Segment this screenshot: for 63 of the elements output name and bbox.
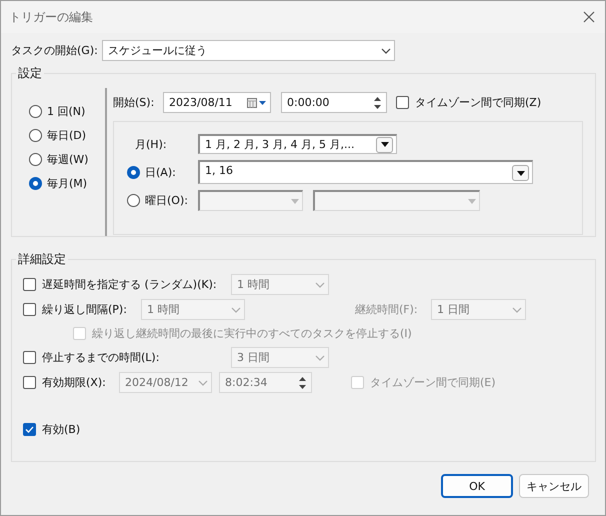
checkbox-label[interactable]: 停止するまでの時間(L): bbox=[42, 350, 160, 365]
task-start-dropdown[interactable]: スケジュールに従う bbox=[102, 40, 395, 61]
chevron-down-icon bbox=[512, 306, 522, 312]
month-label: 月(H): bbox=[134, 136, 168, 152]
checkbox[interactable] bbox=[23, 278, 36, 291]
radio-button[interactable] bbox=[127, 194, 140, 207]
chevron-down-icon bbox=[198, 380, 208, 386]
ok-button[interactable]: OK bbox=[441, 474, 513, 498]
week-dropdown[interactable] bbox=[198, 190, 303, 211]
triangle-down-icon bbox=[291, 198, 299, 204]
radio-label[interactable]: 曜日(O): bbox=[145, 193, 188, 208]
checkbox[interactable] bbox=[23, 303, 36, 316]
checkbox-label[interactable]: タイムゾーン間で同期(Z) bbox=[415, 95, 542, 110]
radio-label[interactable]: 毎週(W) bbox=[47, 152, 88, 167]
expiry-time-field[interactable]: 8:02:34 bbox=[219, 372, 312, 393]
cancel-button[interactable]: キャンセル bbox=[519, 474, 589, 498]
triangle-down-icon bbox=[468, 198, 476, 204]
chevron-down-icon bbox=[380, 48, 391, 54]
duration-label: 継続時間(F): bbox=[355, 302, 419, 317]
start-time-field[interactable]: 0:00:00 bbox=[281, 92, 387, 113]
radio-button[interactable] bbox=[29, 129, 42, 142]
day-dropdown[interactable]: 1, 16 bbox=[198, 160, 533, 184]
radio-button[interactable] bbox=[127, 166, 140, 178]
radio-button[interactable] bbox=[29, 177, 42, 190]
delay-dropdown[interactable]: 1 時間 bbox=[231, 274, 329, 295]
checkbox[interactable] bbox=[23, 423, 36, 436]
radio-button[interactable] bbox=[29, 153, 42, 166]
checkbox-label[interactable]: 有効(B) bbox=[42, 422, 80, 437]
checkbox[interactable] bbox=[396, 96, 409, 109]
dropdown-button[interactable] bbox=[512, 165, 529, 181]
chevron-down-icon bbox=[231, 306, 241, 312]
stop-after-dropdown[interactable]: 3 日間 bbox=[231, 347, 329, 368]
start-label: 開始(S): bbox=[113, 95, 156, 110]
checkbox-label[interactable]: 有効期限(X): bbox=[42, 375, 106, 390]
dropdown-button[interactable] bbox=[376, 136, 393, 152]
chevron-down-icon bbox=[315, 282, 325, 288]
radio-label[interactable]: 日(A): bbox=[145, 164, 176, 180]
group-title: 詳細設定 bbox=[17, 251, 67, 268]
group-title: 設定 bbox=[17, 65, 43, 82]
checkbox-label[interactable]: 遅延時間を指定する (ランダム)(K): bbox=[42, 277, 217, 292]
duration-dropdown[interactable]: 1 日間 bbox=[431, 299, 526, 320]
checkbox[interactable] bbox=[23, 376, 36, 389]
expiry-date-dropdown[interactable]: 2024/08/12 bbox=[119, 372, 212, 393]
start-date-field[interactable]: 2023/08/11 bbox=[163, 92, 271, 113]
checkbox[interactable] bbox=[23, 351, 36, 364]
weekday-dropdown[interactable] bbox=[313, 190, 480, 211]
radio-button[interactable] bbox=[29, 105, 42, 118]
calendar-icon bbox=[247, 98, 267, 108]
task-start-label: タスクの開始(G): bbox=[11, 43, 98, 58]
chevron-down-icon bbox=[315, 354, 325, 360]
checkmark-icon bbox=[25, 426, 34, 433]
triangle-down-icon bbox=[380, 142, 388, 147]
radio-label[interactable]: 毎月(M) bbox=[47, 176, 88, 191]
spinner-arrows-icon bbox=[372, 94, 383, 110]
month-dropdown[interactable]: 1 月, 2 月, 3 月, 4 月, 5 月,... bbox=[198, 134, 397, 154]
window-title: トリガーの編集 bbox=[9, 8, 93, 26]
repeat-dropdown[interactable]: 1 時間 bbox=[141, 299, 245, 320]
close-icon[interactable] bbox=[583, 11, 595, 23]
checkbox-label[interactable]: 繰り返し間隔(P): bbox=[42, 302, 127, 317]
spinner-arrows-icon bbox=[297, 374, 308, 390]
triangle-down-icon bbox=[516, 170, 524, 176]
radio-label[interactable]: 1 回(N) bbox=[47, 104, 86, 119]
radio-label[interactable]: 毎日(D) bbox=[47, 128, 86, 143]
